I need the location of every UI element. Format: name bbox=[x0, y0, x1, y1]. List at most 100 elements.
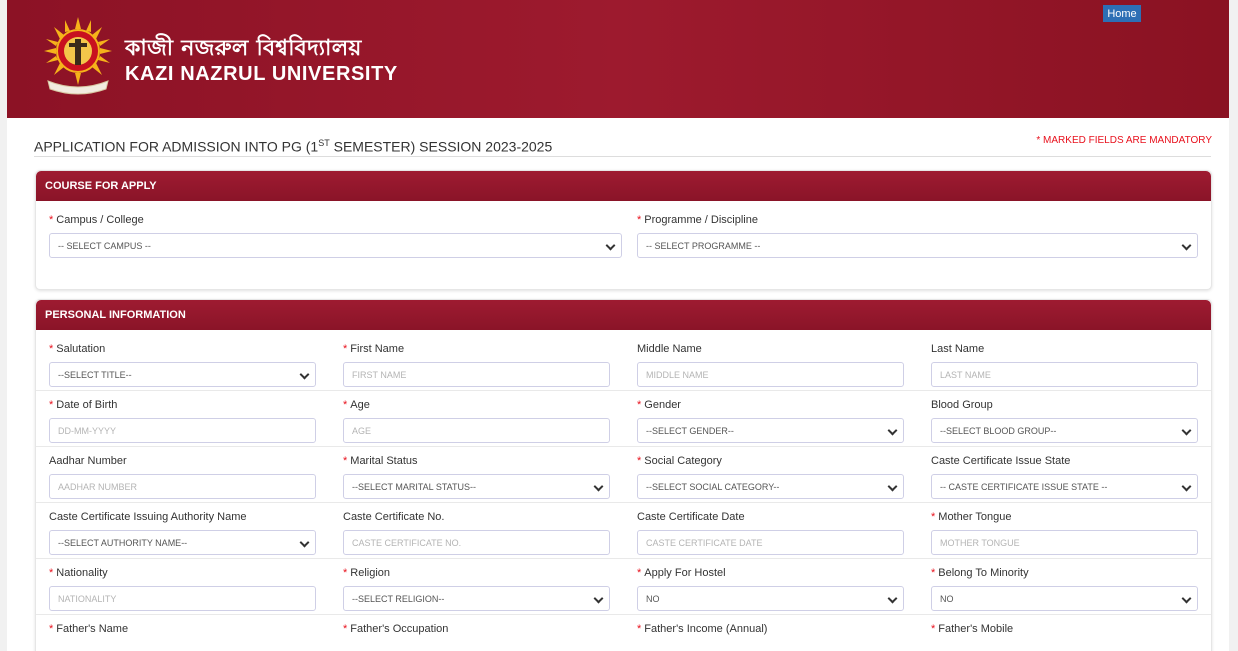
authority-field: Caste Certificate Issuing Authority Name… bbox=[49, 511, 316, 555]
religion-label: * Religion bbox=[343, 567, 391, 579]
aadhar-input[interactable] bbox=[49, 474, 316, 499]
caste-no-label: Caste Certificate No. bbox=[343, 511, 445, 523]
chevron-down-icon bbox=[1181, 593, 1192, 604]
social-category-label: * Social Category bbox=[637, 455, 722, 467]
chevron-down-icon bbox=[887, 481, 898, 492]
age-input[interactable] bbox=[343, 418, 610, 443]
father-occupation-field: * Father's Occupation bbox=[343, 623, 448, 637]
age-label: * Age bbox=[343, 399, 370, 411]
title-divider bbox=[34, 156, 1211, 157]
main-content: APPLICATION FOR ADMISSION INTO PG (1ST S… bbox=[7, 118, 1229, 651]
nationality-label: * Nationality bbox=[49, 567, 108, 579]
page-title: APPLICATION FOR ADMISSION INTO PG (1ST S… bbox=[34, 138, 553, 155]
chevron-down-icon bbox=[605, 240, 616, 251]
father-name-label: * Father's Name bbox=[49, 623, 129, 635]
religion-select[interactable]: --SELECT RELIGION-- bbox=[343, 586, 610, 611]
gender-field: * Gender --SELECT GENDER-- bbox=[637, 399, 904, 443]
gender-select[interactable]: --SELECT GENDER-- bbox=[637, 418, 904, 443]
aadhar-label: Aadhar Number bbox=[49, 455, 127, 467]
caste-no-input[interactable] bbox=[343, 530, 610, 555]
caste-state-label: Caste Certificate Issue State bbox=[931, 455, 1071, 467]
university-emblem-icon bbox=[44, 17, 112, 95]
caste-no-field: Caste Certificate No. bbox=[343, 511, 610, 555]
salutation-select[interactable]: --SELECT TITLE-- bbox=[49, 362, 316, 387]
course-panel-heading: COURSE FOR APPLY bbox=[36, 171, 1211, 201]
father-income-label: * Father's Income (Annual) bbox=[637, 623, 768, 635]
caste-state-select[interactable]: -- CASTE CERTIFICATE ISSUE STATE -- bbox=[931, 474, 1198, 499]
hostel-label: * Apply For Hostel bbox=[637, 567, 726, 579]
social-category-select[interactable]: --SELECT SOCIAL CATEGORY-- bbox=[637, 474, 904, 499]
blood-group-field: Blood Group --SELECT BLOOD GROUP-- bbox=[931, 399, 1198, 443]
religion-field: * Religion --SELECT RELIGION-- bbox=[343, 567, 610, 611]
chevron-down-icon bbox=[299, 537, 310, 548]
caste-date-field: Caste Certificate Date bbox=[637, 511, 904, 555]
middle-name-field: Middle Name bbox=[637, 343, 904, 387]
dob-input[interactable] bbox=[49, 418, 316, 443]
minority-field: * Belong To Minority NO bbox=[931, 567, 1198, 611]
father-name-field: * Father's Name bbox=[49, 623, 128, 637]
salutation-field: * Salutation --SELECT TITLE-- bbox=[49, 343, 316, 387]
first-name-field: * First Name bbox=[343, 343, 610, 387]
hostel-field: * Apply For Hostel NO bbox=[637, 567, 904, 611]
social-category-field: * Social Category --SELECT SOCIAL CATEGOR… bbox=[637, 455, 904, 499]
programme-label: * Programme / Discipline bbox=[637, 214, 758, 226]
chevron-down-icon bbox=[887, 593, 898, 604]
father-mobile-field: * Father's Mobile bbox=[931, 623, 1013, 637]
university-name-english: KAZI NAZRUL UNIVERSITY bbox=[125, 63, 398, 85]
last-name-label: Last Name bbox=[931, 343, 985, 355]
chevron-down-icon bbox=[1181, 425, 1192, 436]
hostel-select[interactable]: NO bbox=[637, 586, 904, 611]
mandatory-note: * MARKED FIELDS ARE MANDATORY bbox=[1036, 135, 1212, 146]
chevron-down-icon bbox=[1181, 240, 1192, 251]
first-name-input[interactable] bbox=[343, 362, 610, 387]
age-field: * Age bbox=[343, 399, 610, 443]
chevron-down-icon bbox=[1181, 481, 1192, 492]
personal-info-panel: PERSONAL INFORMATION * Salutation --SELEC… bbox=[35, 299, 1212, 651]
minority-label: * Belong To Minority bbox=[931, 567, 1029, 579]
row-divider bbox=[36, 446, 1211, 447]
minority-select[interactable]: NO bbox=[931, 586, 1198, 611]
chevron-down-icon bbox=[299, 369, 310, 380]
nationality-field: * Nationality bbox=[49, 567, 316, 611]
caste-date-input[interactable] bbox=[637, 530, 904, 555]
gender-label: * Gender bbox=[637, 399, 681, 411]
nationality-input[interactable] bbox=[49, 586, 316, 611]
caste-date-label: Caste Certificate Date bbox=[637, 511, 745, 523]
chevron-down-icon bbox=[593, 481, 604, 492]
personal-info-heading: PERSONAL INFORMATION bbox=[36, 300, 1211, 330]
row-divider bbox=[36, 558, 1211, 559]
father-income-field: * Father's Income (Annual) bbox=[637, 623, 767, 637]
authority-label: Caste Certificate Issuing Authority Name bbox=[49, 511, 247, 523]
caste-state-field: Caste Certificate Issue State -- CASTE C… bbox=[931, 455, 1198, 499]
blood-group-select[interactable]: --SELECT BLOOD GROUP-- bbox=[931, 418, 1198, 443]
dob-label: * Date of Birth bbox=[49, 399, 118, 411]
father-mobile-label: * Father's Mobile bbox=[931, 623, 1014, 635]
mother-tongue-label: * Mother Tongue bbox=[931, 511, 1012, 523]
row-divider bbox=[36, 502, 1211, 503]
programme-field: * Programme / Discipline -- SELECT PROGRA… bbox=[637, 214, 1198, 258]
blood-group-label: Blood Group bbox=[931, 399, 993, 411]
site-header: কাজী নজরুল বিশ্ববিদ্যালয় KAZI NAZRUL UN… bbox=[7, 0, 1229, 118]
father-occupation-label: * Father's Occupation bbox=[343, 623, 449, 635]
home-button[interactable]: Home bbox=[1103, 5, 1141, 22]
chevron-down-icon bbox=[887, 425, 898, 436]
marital-status-select[interactable]: --SELECT MARITAL STATUS-- bbox=[343, 474, 610, 499]
last-name-input[interactable] bbox=[931, 362, 1198, 387]
mother-tongue-field: * Mother Tongue bbox=[931, 511, 1198, 555]
row-divider bbox=[36, 614, 1211, 615]
salutation-label: * Salutation bbox=[49, 343, 106, 355]
authority-select[interactable]: --SELECT AUTHORITY NAME-- bbox=[49, 530, 316, 555]
campus-select[interactable]: -- SELECT CAMPUS -- bbox=[49, 233, 622, 258]
middle-name-input[interactable] bbox=[637, 362, 904, 387]
aadhar-field: Aadhar Number bbox=[49, 455, 316, 499]
programme-select[interactable]: -- SELECT PROGRAMME -- bbox=[637, 233, 1198, 258]
chevron-down-icon bbox=[593, 593, 604, 604]
marital-status-label: * Marital Status bbox=[343, 455, 418, 467]
dob-field: * Date of Birth bbox=[49, 399, 316, 443]
middle-name-label: Middle Name bbox=[637, 343, 702, 355]
row-divider bbox=[36, 390, 1211, 391]
last-name-field: Last Name bbox=[931, 343, 1198, 387]
marital-status-field: * Marital Status --SELECT MARITAL STATUS-… bbox=[343, 455, 610, 499]
mother-tongue-input[interactable] bbox=[931, 530, 1198, 555]
campus-field: * Campus / College -- SELECT CAMPUS -- bbox=[49, 214, 622, 258]
